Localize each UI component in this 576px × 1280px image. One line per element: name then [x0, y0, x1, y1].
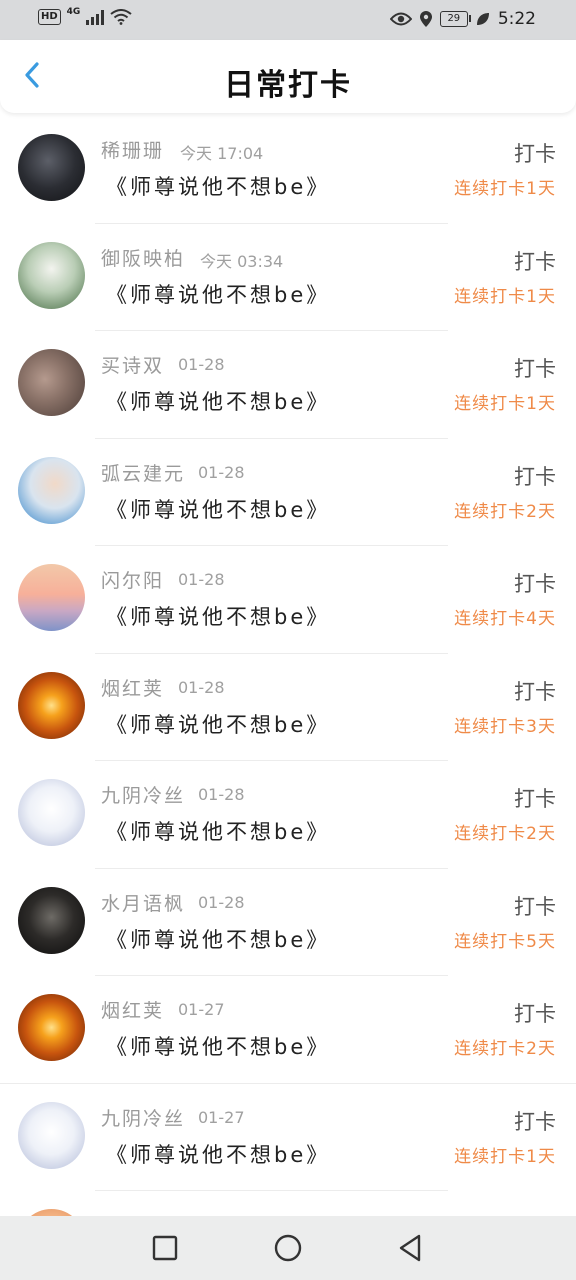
- book-title: 《师尊说他不想be》: [106, 175, 331, 199]
- streak-label: 连续打卡1天: [454, 394, 556, 414]
- list-item[interactable]: 买诗双 01-28 《师尊说他不想be》 打卡 连续打卡1天: [0, 331, 576, 439]
- clock: 5:22: [497, 9, 536, 29]
- streak-label: 连续打卡1天: [454, 286, 556, 307]
- checkin-label: 打卡: [514, 249, 556, 274]
- book-title: 《师尊说他不想be》: [106, 927, 331, 952]
- battery-icon: 29: [439, 11, 471, 27]
- book-title: 《师尊说他不想be》: [106, 497, 331, 522]
- user-name: 九阴冷丝: [101, 785, 186, 807]
- list-item[interactable]: 闪尔阳 01-28 《师尊说他不想be》 打卡 连续打卡4天: [0, 546, 576, 654]
- entry-date: 01-28: [198, 462, 245, 482]
- checkin-list: 稀珊珊 今天 17:04 《师尊说他不想be》 打卡 连续打卡1天 御阪映柏 今…: [0, 116, 576, 1216]
- avatar[interactable]: [18, 134, 85, 201]
- avatar[interactable]: [18, 1209, 85, 1216]
- streak-label: 连续打卡3天: [454, 716, 556, 737]
- checkin-label: 打卡: [514, 1109, 556, 1134]
- book-title: 《师尊说他不想be》: [106, 1142, 331, 1167]
- checkin-label: 打卡: [514, 142, 556, 166]
- avatar[interactable]: [18, 779, 85, 846]
- user-name: 御阪映柏: [101, 247, 186, 270]
- streak-label: 连续打卡1天: [454, 179, 556, 199]
- entry-date: 01-28: [178, 355, 225, 374]
- avatar[interactable]: [18, 456, 85, 524]
- streak-label: 连续打卡4天: [454, 609, 556, 629]
- list-item[interactable]: 弧云建元 01-28 《师尊说他不想be》 打卡 连续打卡2天: [0, 439, 576, 546]
- entry-date: 01-28: [198, 785, 245, 804]
- list-item[interactable]: 稀珊珊 今天 17:04 《师尊说他不想be》 打卡 连续打卡1天: [0, 116, 576, 224]
- system-nav-bar: [0, 1216, 576, 1280]
- user-name: 烟红荚: [101, 677, 165, 700]
- checkin-label: 打卡: [514, 679, 556, 704]
- streak-label: 连续打卡5天: [454, 931, 556, 952]
- user-name: 买诗双: [101, 355, 165, 377]
- user-name: 弧云建元: [101, 462, 186, 485]
- network-type: 4G: [66, 7, 81, 17]
- entry-date: 今天 17:04: [180, 144, 264, 163]
- book-title: 《师尊说他不想be》: [106, 282, 331, 307]
- avatar[interactable]: [18, 671, 85, 739]
- avatar[interactable]: [18, 349, 85, 416]
- user-name: 水月语枫: [101, 892, 186, 915]
- eye-icon: [389, 12, 412, 26]
- streak-label: 连续打卡2天: [454, 824, 556, 844]
- list-item[interactable]: 九阴冷丝 01-27 《师尊说他不想be》 打卡 连续打卡1天: [0, 1084, 576, 1191]
- wifi-icon: [110, 9, 132, 25]
- avatar[interactable]: [18, 1101, 85, 1169]
- signal-icon: [86, 9, 105, 25]
- list-item-partial[interactable]: [0, 1191, 576, 1216]
- app-header: 日常打卡: [0, 40, 576, 113]
- user-name: 闪尔阳: [101, 570, 165, 592]
- entry-date: 01-27: [198, 1107, 245, 1127]
- checkin-label: 打卡: [514, 894, 556, 919]
- book-title: 《师尊说他不想be》: [106, 390, 331, 414]
- avatar[interactable]: [18, 994, 85, 1061]
- checkin-label: 打卡: [514, 1002, 556, 1026]
- streak-label: 连续打卡2天: [454, 1039, 556, 1059]
- user-name: 九阴冷丝: [101, 1107, 186, 1130]
- checkin-label: 打卡: [514, 787, 556, 811]
- user-name: 稀珊珊: [101, 140, 165, 162]
- leaf-icon: [476, 13, 489, 25]
- avatar[interactable]: [18, 564, 85, 631]
- entry-date: 今天 03:34: [200, 251, 284, 271]
- streak-label: 连续打卡1天: [454, 1146, 556, 1167]
- hd-indicator: HD: [38, 9, 61, 25]
- list-item[interactable]: 水月语枫 01-28 《师尊说他不想be》 打卡 连续打卡5天: [0, 869, 576, 976]
- triangle-back-icon[interactable]: [394, 1232, 426, 1264]
- book-title: 《师尊说他不想be》: [106, 820, 331, 844]
- entry-date: 01-28: [198, 892, 245, 912]
- entry-date: 01-28: [178, 677, 225, 697]
- checkin-label: 打卡: [514, 357, 556, 381]
- entry-date: 01-27: [178, 1000, 225, 1019]
- user-name: 烟红荚: [101, 1000, 165, 1022]
- location-icon: [419, 11, 432, 27]
- checkin-label: 打卡: [514, 572, 556, 596]
- avatar[interactable]: [18, 241, 85, 309]
- book-title: 《师尊说他不想be》: [106, 1035, 331, 1059]
- book-title: 《师尊说他不想be》: [106, 712, 331, 737]
- streak-label: 连续打卡2天: [454, 501, 556, 522]
- entry-date: 01-28: [178, 570, 225, 589]
- list-item[interactable]: 烟红荚 01-28 《师尊说他不想be》 打卡 连续打卡3天: [0, 654, 576, 761]
- list-item[interactable]: 九阴冷丝 01-28 《师尊说他不想be》 打卡 连续打卡2天: [0, 761, 576, 869]
- status-bar: HD 4G 29 5:22: [0, 0, 576, 40]
- avatar[interactable]: [18, 886, 85, 954]
- book-title: 《师尊说他不想be》: [106, 605, 331, 629]
- checkin-label: 打卡: [514, 464, 556, 489]
- circle-icon[interactable]: [272, 1232, 304, 1264]
- square-icon[interactable]: [149, 1232, 181, 1264]
- page-title: 日常打卡: [224, 68, 352, 103]
- list-item[interactable]: 烟红荚 01-27 《师尊说他不想be》 打卡 连续打卡2天: [0, 976, 576, 1084]
- list-item[interactable]: 御阪映柏 今天 03:34 《师尊说他不想be》 打卡 连续打卡1天: [0, 224, 576, 331]
